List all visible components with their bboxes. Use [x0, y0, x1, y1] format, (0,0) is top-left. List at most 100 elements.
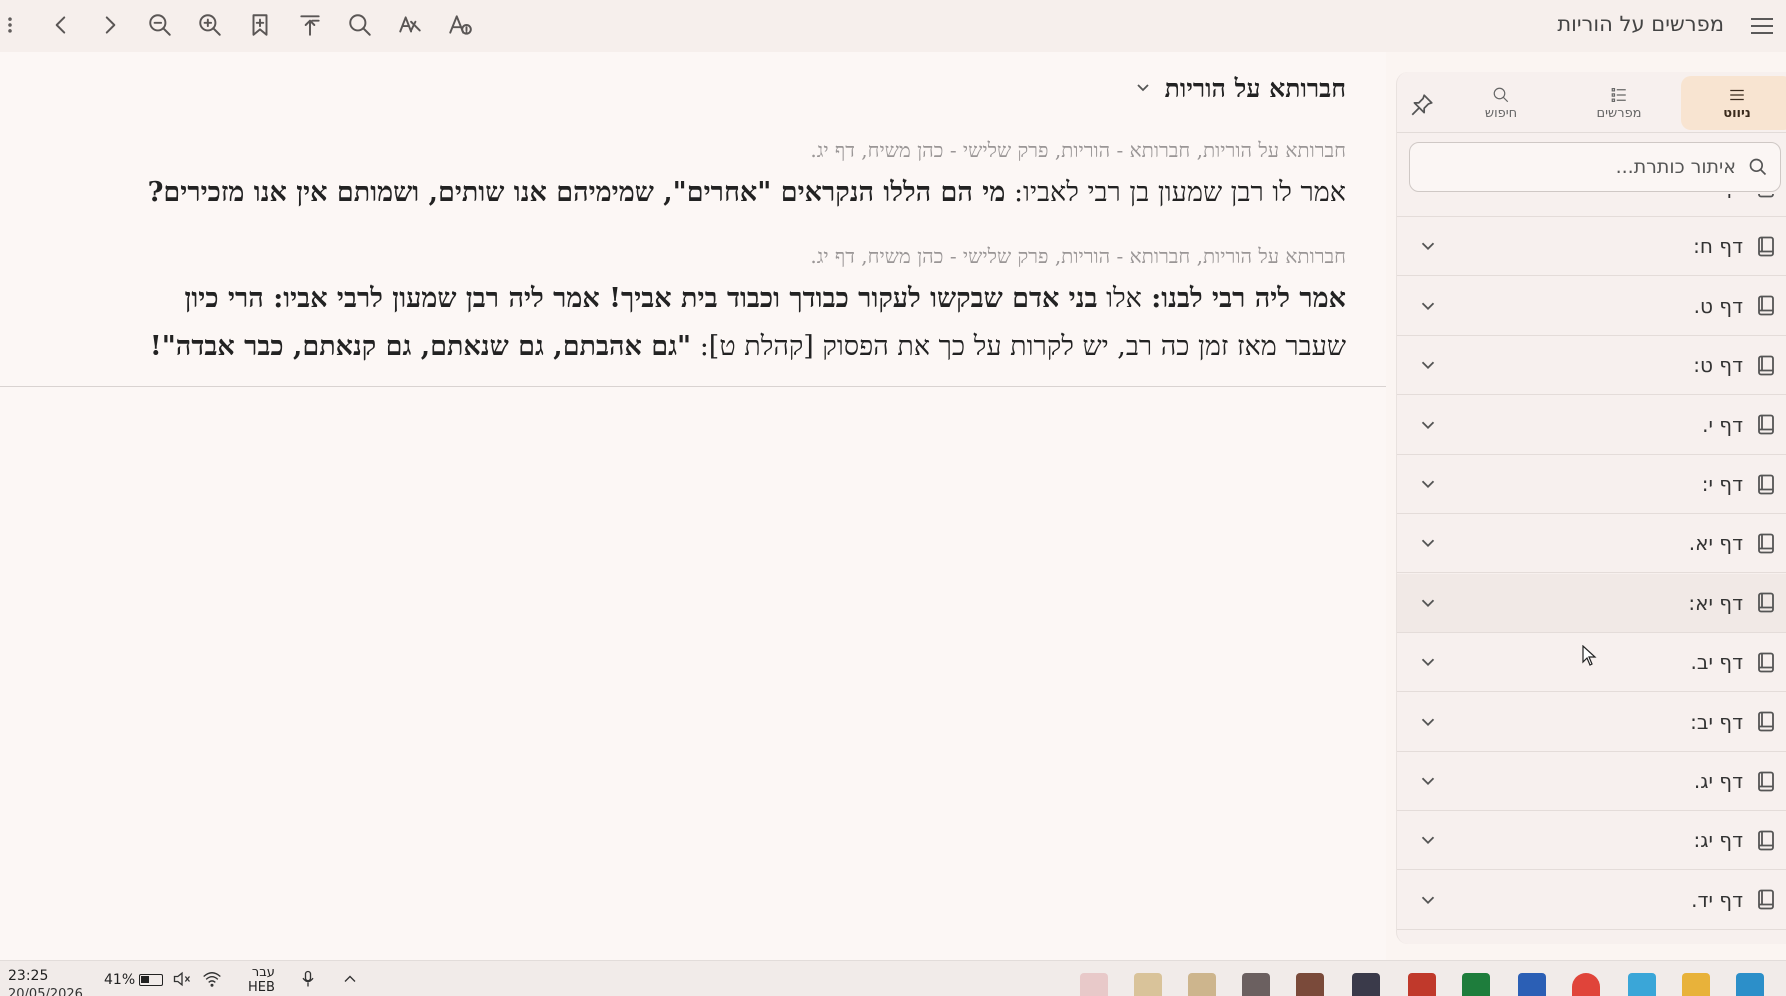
chevron-down-icon[interactable] [1133, 77, 1153, 101]
nav-item-label: דף ט. [1693, 293, 1743, 318]
nav-item[interactable]: דף יב: [1397, 693, 1786, 752]
entry-reference[interactable]: חברותא על הוריות, חברותא - הוריות, פרק ש… [6, 244, 1346, 269]
commentary-entry: חברותא על הוריות, חברותא - הוריות, פרק ש… [6, 244, 1346, 371]
nav-item[interactable]: דף ט. [1397, 277, 1786, 336]
chevron-down-icon[interactable] [1415, 473, 1439, 497]
app-title: מפרשים על הוריות [1557, 12, 1724, 36]
chevron-down-icon[interactable] [1415, 194, 1439, 200]
nav-item[interactable]: דף ז: [1397, 194, 1786, 217]
entry-text-plain: שעבר מאז זמן כה רב, יש לקרות על כך את הפ… [691, 331, 1346, 362]
image-viewer-icon[interactable] [1188, 973, 1216, 996]
word-icon[interactable] [1518, 973, 1546, 996]
taskbar: 23:25 20/05/2026 41% עבר HEB [0, 960, 1786, 996]
forward-icon[interactable] [93, 8, 127, 42]
navigation-panel: חיפוש מפרשים ניווט דף ז:דף ח:דף ט.דף ט:ד… [1396, 72, 1786, 944]
nav-item-label: דף יב. [1690, 650, 1743, 675]
chevron-down-icon[interactable] [1415, 532, 1439, 556]
search-icon[interactable] [343, 8, 377, 42]
nav-item[interactable]: דף י. [1397, 396, 1786, 455]
book-icon [1755, 651, 1777, 673]
book-app-icon[interactable] [1242, 973, 1270, 996]
entry-text-bold: מי הם הללו הנקראים "אחרים", שמימיהם אנו … [147, 177, 1006, 208]
nikud-icon[interactable] [393, 8, 427, 42]
pin-icon[interactable] [1407, 90, 1437, 120]
network-app-icon[interactable] [1628, 973, 1656, 996]
chevron-down-icon[interactable] [1415, 414, 1439, 438]
excel-icon[interactable] [1462, 973, 1490, 996]
language-indicator[interactable]: עבר HEB [248, 965, 275, 995]
text-format-icon[interactable] [443, 8, 477, 42]
book-icon [1755, 532, 1777, 554]
book-icon [1755, 829, 1777, 851]
commentator-header[interactable]: חברותא על הוריות [1133, 74, 1346, 104]
zoom-in-icon[interactable] [193, 8, 227, 42]
media-app-icon[interactable] [1352, 973, 1380, 996]
entry-text-plain: אלו [1097, 283, 1142, 314]
book-icon [1755, 473, 1777, 495]
search-icon [1493, 87, 1509, 102]
chrome-icon[interactable] [1572, 973, 1600, 996]
navigation-list[interactable]: דף ז: דף ח: דף ט. דף ט: דף י. דף י: דף יא. דף י… [1397, 194, 1786, 944]
battery-status[interactable]: 41% [104, 972, 164, 988]
snipping-tool-icon[interactable] [1080, 973, 1108, 996]
commentary-entry: חברותא על הוריות, חברותא - הוריות, פרק ש… [6, 138, 1346, 217]
nav-item[interactable]: דף יא. [1397, 514, 1786, 574]
more-vert-icon[interactable] [0, 8, 20, 42]
book-icon [1755, 354, 1777, 376]
battery-icon [139, 974, 164, 986]
book-icon [1755, 295, 1777, 317]
tab-commentators[interactable]: מפרשים [1563, 76, 1675, 130]
menu-icon[interactable] [1742, 10, 1782, 42]
nav-item-label: דף ח: [1693, 234, 1743, 259]
list-icon [1730, 89, 1744, 100]
tab-label: ניווט [1723, 105, 1751, 121]
jump-top-icon[interactable] [293, 8, 327, 42]
chevron-down-icon[interactable] [1415, 651, 1439, 675]
chevron-down-icon[interactable] [1415, 235, 1439, 259]
wifi-icon[interactable] [202, 969, 224, 991]
nav-item[interactable]: דף ח: [1397, 217, 1786, 277]
nav-item[interactable]: דף יד. [1397, 871, 1786, 930]
chevron-down-icon[interactable] [1415, 295, 1439, 319]
entry-reference[interactable]: חברותא על הוריות, חברותא - הוריות, פרק ש… [6, 138, 1346, 163]
book-icon [1755, 235, 1777, 257]
chevron-down-icon[interactable] [1415, 829, 1439, 853]
nav-item[interactable]: דף יג. [1397, 752, 1786, 811]
books-app-icon[interactable] [1296, 973, 1324, 996]
nav-item[interactable]: דף יג: [1397, 811, 1786, 871]
nav-item-label: דף יד. [1691, 887, 1743, 912]
chevron-down-icon[interactable] [1415, 770, 1439, 794]
clock-time[interactable]: 23:25 [8, 968, 48, 984]
photos-app-icon[interactable] [1736, 973, 1764, 996]
entry-text-bold: "גם אהבתם, גם שנאתם, גם קנאתם, כבר אבדה"… [149, 331, 692, 362]
nav-item-label: דף י: [1701, 472, 1743, 496]
microphone-icon[interactable] [298, 969, 320, 991]
chevron-down-icon[interactable] [1415, 592, 1439, 616]
tab-search[interactable]: חיפוש [1445, 76, 1557, 130]
nav-item[interactable]: דף ט: [1397, 336, 1786, 396]
file-explorer-icon[interactable] [1682, 973, 1710, 996]
library-app-icon[interactable] [1134, 973, 1162, 996]
pdf-app-icon[interactable] [1408, 973, 1436, 996]
nav-item-label: דף יב: [1690, 709, 1743, 734]
battery-percent: 41% [104, 972, 136, 988]
tab-navigation[interactable]: ניווט [1681, 76, 1786, 130]
nav-item[interactable]: דף י: [1397, 455, 1786, 514]
volume-muted-icon[interactable] [172, 969, 194, 991]
title-search-input[interactable] [1436, 156, 1736, 178]
book-icon [1755, 194, 1777, 198]
title-search-box[interactable] [1409, 142, 1781, 192]
clock-date[interactable]: 20/05/2026 [8, 987, 83, 996]
search-icon [1749, 158, 1767, 176]
chevron-down-icon[interactable] [1415, 711, 1439, 735]
tab-label: מפרשים [1596, 105, 1642, 121]
chevron-up-icon[interactable] [340, 969, 362, 991]
zoom-out-icon[interactable] [143, 8, 177, 42]
nav-item[interactable]: דף יא: [1397, 573, 1786, 633]
add-bookmark-icon[interactable] [243, 8, 277, 42]
chevron-down-icon[interactable] [1415, 889, 1439, 913]
chevron-down-icon[interactable] [1415, 354, 1439, 378]
back-icon[interactable] [44, 8, 78, 42]
mouse-cursor-icon [1582, 645, 1597, 666]
nav-item-label: דף יג. [1693, 769, 1743, 793]
